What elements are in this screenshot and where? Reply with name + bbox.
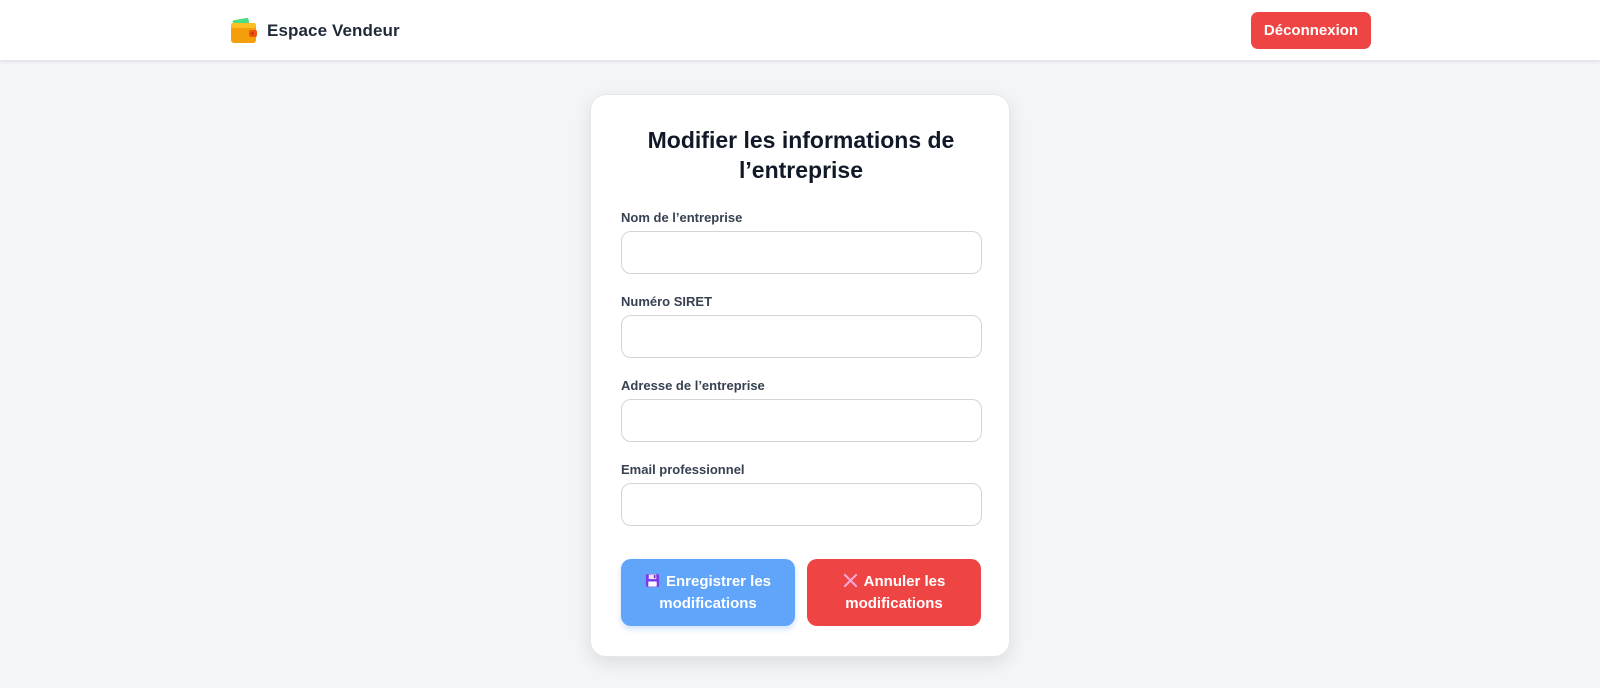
company-info-form-card: Modifier les informations de l’entrepris… bbox=[590, 94, 1010, 657]
company-name-input[interactable] bbox=[621, 231, 982, 274]
top-navbar: Espace Vendeur Déconnexion bbox=[0, 0, 1600, 60]
cancel-changes-label: Annuler les modifications bbox=[845, 572, 946, 612]
floppy-disk-icon bbox=[645, 573, 660, 588]
save-changes-label: Enregistrer les modifications bbox=[659, 572, 772, 612]
cross-mark-icon bbox=[843, 573, 858, 588]
professional-email-label: Email professionnel bbox=[621, 462, 745, 477]
brand-title: Espace Vendeur bbox=[267, 21, 400, 40]
company-name-label: Nom de l’entreprise bbox=[621, 210, 743, 225]
save-changes-button[interactable]: Enregistrer les modifications bbox=[621, 559, 795, 626]
professional-email-input[interactable] bbox=[621, 483, 982, 526]
brand[interactable]: Espace Vendeur bbox=[229, 16, 400, 46]
cancel-changes-button[interactable]: Annuler les modifications bbox=[807, 559, 981, 626]
company-address-input[interactable] bbox=[621, 399, 982, 442]
logout-button[interactable]: Déconnexion bbox=[1251, 12, 1371, 49]
siret-input[interactable] bbox=[621, 315, 982, 358]
siret-label: Numéro SIRET bbox=[621, 294, 713, 309]
wallet-icon bbox=[229, 16, 259, 46]
company-address-label: Adresse de l’entreprise bbox=[621, 378, 765, 393]
form-title: Modifier les informations de l’entrepris… bbox=[647, 127, 955, 183]
